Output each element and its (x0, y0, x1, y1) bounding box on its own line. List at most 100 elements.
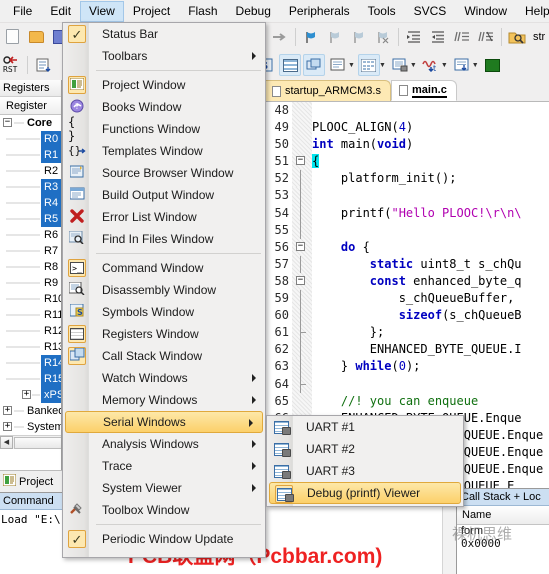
flag-clear-icon[interactable] (372, 26, 394, 48)
view-menu-item-books-window[interactable]: ? Books Window (63, 96, 265, 118)
tree-row-r14[interactable]: R14 (0, 355, 61, 371)
tree-row-r7[interactable]: R7 (0, 243, 61, 259)
serial-window-icon[interactable] (389, 54, 411, 76)
code-line[interactable]: 52 platform_init(); (264, 170, 549, 188)
tree-row-r9[interactable]: R9 (0, 275, 61, 291)
tree-row-r15[interactable]: R15 (0, 371, 61, 387)
code-line[interactable]: 61 }; (264, 324, 549, 342)
fold-column[interactable] (292, 170, 312, 188)
call-stack-window-icon[interactable] (303, 54, 325, 76)
code-line[interactable]: 49 PLOOC_ALIGN(4) (264, 119, 549, 137)
tree-row-r10[interactable]: R10 (0, 291, 61, 307)
code-line[interactable]: 56− do { (264, 238, 549, 256)
view-menu-item-watch-windows[interactable]: Watch Windows (63, 367, 265, 389)
code-line[interactable]: 54 printf("Hello PLOOC!\r\n\ (264, 204, 549, 222)
serial-submenu-item-uart-3[interactable]: UART #3 (267, 460, 463, 482)
registers-window-icon[interactable] (279, 54, 301, 76)
view-menu-item-toolbars[interactable]: Toolbars (63, 45, 265, 67)
flag-icon[interactable] (300, 26, 322, 48)
serial-dropdown-caret[interactable]: ▼ (410, 62, 417, 69)
analysis-dropdown-caret[interactable]: ▼ (472, 62, 479, 69)
tree-row-r3[interactable]: R3 (0, 179, 61, 195)
bookmark-folder-icon[interactable] (506, 26, 528, 48)
code-line[interactable]: 58− const enhanced_byte_q (264, 272, 549, 291)
fold-collapse-icon[interactable]: − (296, 241, 305, 251)
registers-tree[interactable]: − Core R0 R1 R2 R3 R4 R5 R6 R7 R8 R9 R10… (0, 115, 61, 449)
fold-column[interactable] (292, 102, 312, 120)
serial-submenu-item-debug-printf-viewer[interactable]: Debug (printf) Viewer (269, 482, 461, 504)
menu-peripherals[interactable]: Peripherals (280, 1, 359, 22)
fold-column[interactable] (292, 187, 312, 205)
analysis-icon[interactable] (451, 54, 473, 76)
code-line[interactable]: 57 static uint8_t s_chQu (264, 255, 549, 273)
fold-column[interactable] (292, 358, 312, 376)
tree-row-r11[interactable]: R11 (0, 307, 61, 323)
fold-column[interactable] (292, 375, 312, 393)
code-line[interactable]: 62 ENHANCED_BYTE_QUEUE.I (264, 341, 549, 359)
view-menu-item-memory-windows[interactable]: Memory Windows (63, 389, 265, 411)
code-line[interactable]: 55 (264, 221, 549, 239)
view-menu-item-project-window[interactable]: Project Window (63, 74, 265, 96)
view-menu-item-symbols-window[interactable]: S Symbols Window (63, 301, 265, 323)
serial-submenu-item-uart-2[interactable]: UART #2 (267, 438, 463, 460)
code-line[interactable]: 65 //! you can enqueue (264, 392, 549, 410)
fold-column[interactable]: − (292, 272, 312, 291)
reset-icon[interactable]: RST (1, 54, 23, 76)
new-file-icon[interactable] (1, 26, 23, 48)
tree-row-r13[interactable]: R13 (0, 339, 61, 355)
tree-row-r2[interactable]: R2 (0, 163, 61, 179)
fold-column[interactable]: − (292, 153, 312, 171)
view-menu-item-build-output-window[interactable]: Build Output Window (63, 184, 265, 206)
fold-column[interactable] (292, 392, 312, 410)
expander-core[interactable]: − (3, 118, 12, 127)
open-folder-icon[interactable] (25, 26, 47, 48)
tree-row-core[interactable]: − Core (0, 115, 61, 131)
fold-collapse-icon[interactable]: − (296, 275, 305, 285)
code-line[interactable]: 60 sizeof(s_chQueueB (264, 307, 549, 325)
code-line[interactable]: 53 (264, 187, 549, 205)
fold-column[interactable] (292, 307, 312, 325)
view-menu-item-serial-windows[interactable]: Serial Windows (65, 411, 263, 433)
tree-row-r1[interactable]: R1 (0, 147, 61, 163)
flag-next-icon[interactable] (324, 26, 346, 48)
tree-row-xps[interactable]: + xPS (0, 387, 61, 403)
expander-banked[interactable]: + (3, 406, 12, 415)
scroll-left-arrow[interactable]: ◀ (0, 436, 13, 449)
disassembly-icon[interactable] (327, 54, 349, 76)
view-menu-item-call-stack-window[interactable]: Call Stack Window (63, 345, 265, 367)
view-menu-item-find-in-files-window[interactable]: Find In Files Window (63, 228, 265, 250)
menu-view[interactable]: View (80, 0, 124, 22)
tree-row-r6[interactable]: R6 (0, 227, 61, 243)
menu-project[interactable]: Project (124, 1, 179, 22)
serial-submenu-item-uart-1[interactable]: UART #1 (267, 416, 463, 438)
view-menu-item-templates-window[interactable]: {} Templates Window (63, 140, 265, 162)
tree-row-r5[interactable]: R5 (0, 211, 61, 227)
memory-window-icon[interactable] (357, 54, 380, 76)
tab-startup-armcm3-s[interactable]: startup_ARMCM3.s (264, 80, 391, 101)
disassembly-dropdown-caret[interactable]: ▼ (348, 62, 355, 69)
view-menu-item-functions-window[interactable]: { } Functions Window (63, 115, 265, 143)
menu-debug[interactable]: Debug (227, 1, 280, 22)
system-viewer-icon[interactable] (482, 54, 504, 76)
expander-xps[interactable]: + (22, 390, 31, 399)
fold-column[interactable] (292, 136, 312, 154)
menu-window[interactable]: Window (455, 1, 516, 22)
view-menu-item-error-list-window[interactable]: Error List Window (63, 206, 265, 228)
command-window-output[interactable]: Load "E:\ (0, 510, 62, 526)
view-menu-item-registers-window[interactable]: Registers Window (63, 323, 265, 345)
tree-row-r0[interactable]: R0 (0, 131, 61, 147)
menu-file[interactable]: File (4, 1, 41, 22)
toolbar-search-text[interactable]: str (533, 31, 545, 43)
arrow-right-icon[interactable] (269, 26, 291, 48)
view-menu-item-status-bar[interactable]: ✓ Status Bar (63, 23, 265, 45)
outdent-icon[interactable] (427, 26, 449, 48)
trace-icon[interactable]: t (420, 54, 442, 76)
view-menu-item-periodic-window-update[interactable]: ✓ Periodic Window Update (63, 528, 265, 550)
step-into-icon[interactable] (32, 54, 54, 76)
menu-svcs[interactable]: SVCS (405, 1, 456, 22)
tab-main-c[interactable]: main.c (390, 80, 457, 101)
scroll-thumb[interactable] (14, 436, 61, 449)
view-menu-item-analysis-windows[interactable]: Analysis Windows (63, 433, 265, 455)
fold-column[interactable] (292, 324, 312, 342)
comment-icon[interactable] (451, 26, 473, 48)
